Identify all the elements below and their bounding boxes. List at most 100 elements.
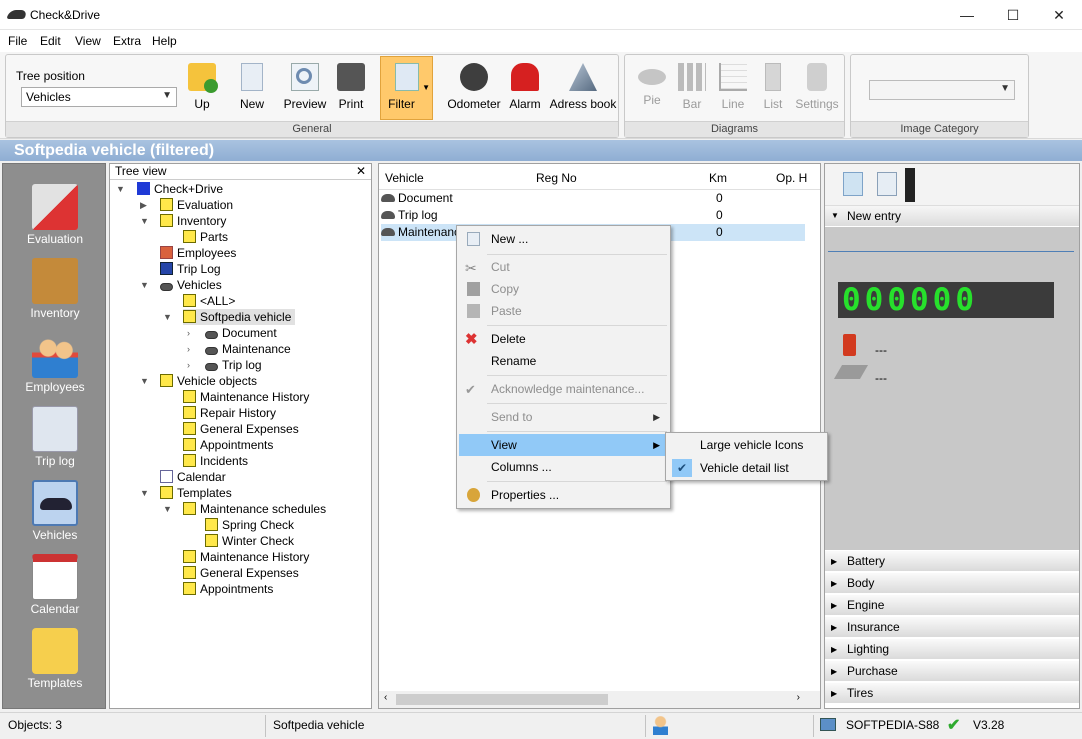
- menu-extra[interactable]: Extra: [113, 34, 141, 48]
- column-reg-no[interactable]: Reg No: [536, 171, 577, 185]
- new-button[interactable]: New: [232, 59, 272, 119]
- column-op-h[interactable]: Op. H: [776, 171, 807, 185]
- tree-node[interactable]: Maintenance schedules: [183, 501, 326, 517]
- column-km[interactable]: Km: [709, 171, 727, 185]
- filter-button[interactable]: Filter ▼: [380, 56, 433, 120]
- nav-vehicles[interactable]: Vehicles: [3, 476, 107, 546]
- menu-item-new[interactable]: New ...: [459, 228, 668, 250]
- tree-node[interactable]: Evaluation: [160, 197, 233, 213]
- menu-view[interactable]: View: [75, 34, 101, 48]
- menu-item-paste[interactable]: Paste: [459, 300, 668, 322]
- expand-toggle-icon[interactable]: ▶: [140, 200, 147, 211]
- expand-toggle-icon[interactable]: ›: [187, 344, 190, 354]
- nav-employees[interactable]: Employees: [3, 328, 107, 398]
- tree-node-selected[interactable]: Softpedia vehicle: [183, 309, 296, 325]
- collapse-toggle-icon[interactable]: ▼: [140, 376, 149, 386]
- list-row[interactable]: Document 0: [381, 190, 805, 207]
- menu-item-acknowledge-maintenance[interactable]: ✔ Acknowledge maintenance...: [459, 378, 668, 400]
- tree-node[interactable]: Repair History: [183, 405, 276, 421]
- close-icon[interactable]: ✕: [356, 164, 366, 179]
- tree-node[interactable]: Winter Check: [205, 533, 294, 549]
- menu-item-cut[interactable]: ✂ Cut: [459, 256, 668, 278]
- tree-node[interactable]: Employees: [160, 245, 236, 261]
- menu-item-columns[interactable]: Columns ...: [459, 456, 668, 478]
- menu-item-delete[interactable]: ✖ Delete: [459, 328, 668, 350]
- tree-node[interactable]: Trip Log: [160, 261, 221, 277]
- category-purchase[interactable]: Purchase: [825, 660, 1079, 682]
- tree-node[interactable]: Appointments: [183, 581, 273, 597]
- collapse-toggle-icon[interactable]: ▼: [163, 504, 172, 514]
- tree-node[interactable]: Check+Drive: [137, 181, 223, 197]
- expand-toggle-icon[interactable]: ›: [187, 360, 190, 370]
- filter-dropdown-icon[interactable]: ▼: [422, 83, 430, 92]
- nav-trip-log[interactable]: Trip log: [3, 402, 107, 472]
- toolbar-dropdown-icon[interactable]: [905, 168, 915, 202]
- tree-node[interactable]: Trip log: [205, 357, 262, 373]
- nav-evaluation[interactable]: Evaluation: [3, 180, 107, 250]
- maximize-button[interactable]: ☐: [990, 0, 1036, 30]
- tree-node[interactable]: Vehicle objects: [160, 373, 257, 389]
- alarm-button[interactable]: Alarm: [506, 59, 544, 119]
- collapse-toggle-icon[interactable]: ▼: [140, 216, 149, 226]
- horizontal-scrollbar[interactable]: ‹ ›: [379, 691, 820, 708]
- tree-node[interactable]: General Expenses: [183, 565, 299, 581]
- list-row[interactable]: Trip log 0: [381, 207, 805, 224]
- collapse-toggle-icon[interactable]: ▼: [163, 312, 172, 322]
- tree-node[interactable]: Vehicles: [160, 277, 222, 293]
- expand-toggle-icon[interactable]: ›: [187, 328, 190, 338]
- nav-inventory[interactable]: Inventory: [3, 254, 107, 324]
- print-button[interactable]: Print: [334, 59, 368, 119]
- tree-node[interactable]: Templates: [160, 485, 232, 501]
- minimize-button[interactable]: —: [944, 0, 990, 30]
- odometer-button[interactable]: Odometer: [446, 59, 502, 119]
- image-category-select[interactable]: ▼: [869, 80, 1015, 100]
- tree-node[interactable]: Parts: [183, 229, 228, 245]
- menu-edit[interactable]: Edit: [40, 34, 61, 48]
- menu-item-copy[interactable]: Copy: [459, 278, 668, 300]
- menu-item-properties[interactable]: Properties ...: [459, 484, 668, 506]
- scroll-right-icon[interactable]: ›: [797, 692, 800, 703]
- category-lighting[interactable]: Lighting: [825, 638, 1079, 660]
- line-chart-button[interactable]: Line: [713, 59, 753, 119]
- menu-item-send-to[interactable]: Send to ▶: [459, 406, 668, 428]
- tree-node[interactable]: Document: [205, 325, 277, 341]
- diagram-settings-button[interactable]: Settings: [793, 59, 841, 119]
- menu-help[interactable]: Help: [152, 34, 177, 48]
- address-book-button[interactable]: Adress book: [548, 59, 618, 119]
- bar-chart-button[interactable]: Bar: [673, 59, 711, 119]
- tree-node[interactable]: Appointments: [183, 437, 273, 453]
- tree-node[interactable]: Maintenance: [205, 341, 291, 357]
- menu-item-rename[interactable]: Rename: [459, 350, 668, 372]
- close-button[interactable]: ✕: [1036, 0, 1082, 30]
- category-battery[interactable]: Battery: [825, 550, 1079, 572]
- tree-position-select[interactable]: Vehicles ▼: [21, 87, 177, 107]
- submenu-item-detail-list[interactable]: ✔ Vehicle detail list: [668, 457, 825, 479]
- collapse-toggle-icon[interactable]: ▼: [140, 488, 149, 498]
- scrollbar-thumb[interactable]: [396, 694, 608, 705]
- add-entry-icon[interactable]: [843, 172, 863, 196]
- collapse-toggle-icon[interactable]: ▼: [140, 280, 149, 290]
- tree-node[interactable]: Maintenance History: [183, 549, 309, 565]
- tree-node[interactable]: Spring Check: [205, 517, 294, 533]
- tree-node[interactable]: <ALL>: [183, 293, 235, 309]
- menu-file[interactable]: File: [8, 34, 27, 48]
- tree-node[interactable]: General Expenses: [183, 421, 299, 437]
- category-insurance[interactable]: Insurance: [825, 616, 1079, 638]
- tree-node[interactable]: Inventory: [160, 213, 226, 229]
- nav-calendar[interactable]: Calendar: [3, 550, 107, 620]
- preview-button[interactable]: Preview: [282, 59, 328, 119]
- category-body[interactable]: Body: [825, 572, 1079, 594]
- edit-entry-icon[interactable]: [877, 172, 897, 196]
- menu-item-view[interactable]: View ▶: [459, 434, 668, 456]
- column-vehicle[interactable]: Vehicle: [385, 171, 424, 185]
- tree-node[interactable]: Incidents: [183, 453, 248, 469]
- category-engine[interactable]: Engine: [825, 594, 1079, 616]
- scroll-left-icon[interactable]: ‹: [384, 692, 387, 703]
- category-tires[interactable]: Tires: [825, 682, 1079, 704]
- pie-chart-button[interactable]: Pie: [631, 59, 673, 119]
- collapse-toggle-icon[interactable]: ▼: [116, 184, 125, 194]
- tree-node[interactable]: Maintenance History: [183, 389, 309, 405]
- submenu-item-large-icons[interactable]: Large vehicle Icons: [668, 434, 825, 456]
- nav-templates[interactable]: Templates: [3, 624, 107, 694]
- tree-node[interactable]: Calendar: [160, 469, 226, 485]
